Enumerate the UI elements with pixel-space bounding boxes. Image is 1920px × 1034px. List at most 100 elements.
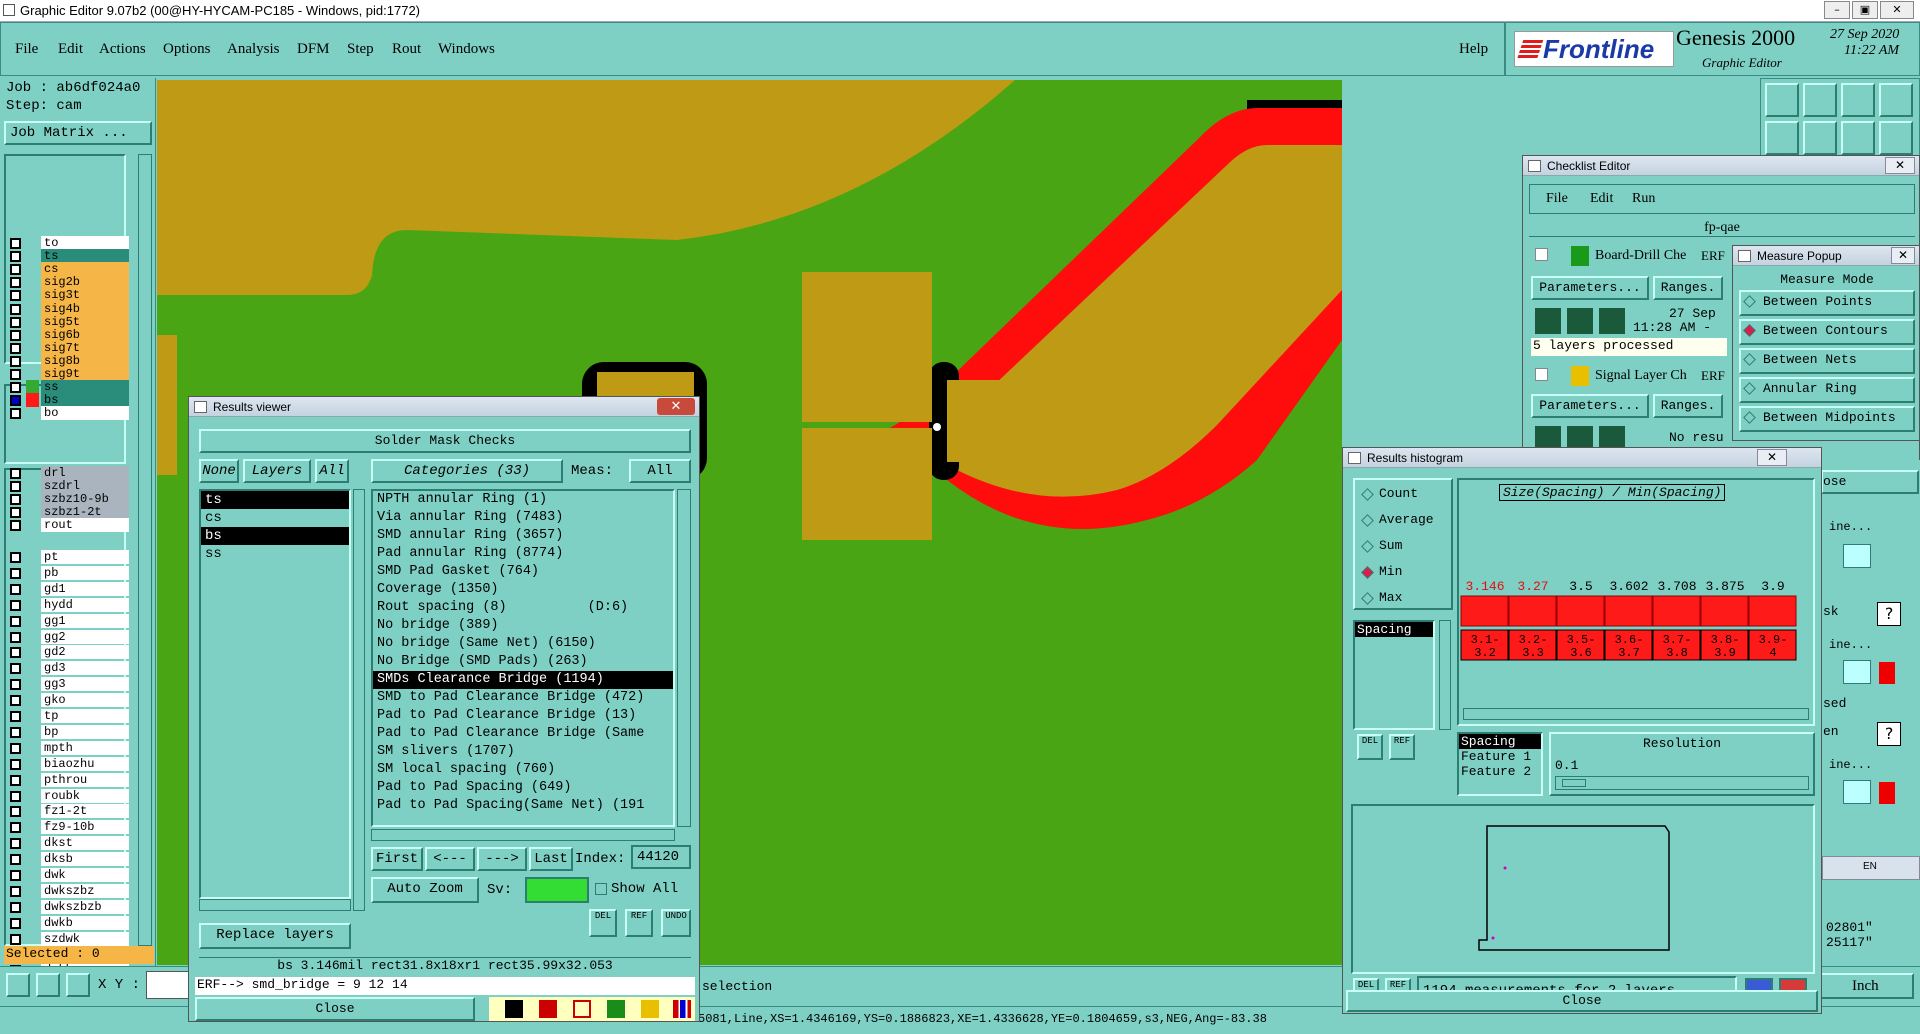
- layer-checkbox[interactable]: [10, 369, 21, 380]
- categories-button[interactable]: Categories (33): [371, 459, 563, 483]
- first-button[interactable]: First: [371, 847, 423, 871]
- layer-checkbox[interactable]: [10, 599, 21, 611]
- category-item[interactable]: Pad to Pad Clearance Bridge (13): [373, 707, 673, 725]
- run-all-icon[interactable]: [1567, 308, 1593, 334]
- results-layer-item[interactable]: ts: [201, 491, 349, 509]
- layer-row-gd3[interactable]: gd3: [6, 661, 129, 676]
- histogram-mode-sum[interactable]: Sum: [1359, 536, 1449, 558]
- layer-checkbox[interactable]: [10, 901, 21, 913]
- layer-row-pt[interactable]: pt: [6, 550, 129, 564]
- measure-option[interactable]: Between Points: [1739, 290, 1915, 316]
- layer-checkbox[interactable]: [10, 507, 21, 519]
- layer-checkbox[interactable]: [10, 758, 21, 770]
- grid-tool-icon[interactable]: [66, 973, 90, 997]
- layer-row-ss[interactable]: ss: [6, 380, 129, 395]
- category-item[interactable]: Rout spacing (8) (D:6): [373, 599, 673, 617]
- help-icon-1[interactable]: ?: [1877, 602, 1901, 626]
- check-item1-erf[interactable]: ERF: [1701, 248, 1725, 264]
- layer-checkbox[interactable]: [10, 494, 21, 506]
- layer-checkbox[interactable]: [10, 838, 21, 850]
- menu-rout[interactable]: Rout: [392, 41, 421, 58]
- category-item[interactable]: No bridge (389): [373, 617, 673, 635]
- layer-checkbox[interactable]: [10, 468, 21, 479]
- layer-checkbox[interactable]: [10, 567, 21, 579]
- category-item[interactable]: Via annular Ring (7483): [373, 509, 673, 527]
- results-category-hscroll[interactable]: [371, 829, 675, 841]
- layer-checkbox[interactable]: [10, 290, 21, 302]
- layer-row-tp[interactable]: tp: [6, 709, 129, 723]
- layer-row-sig2b[interactable]: sig2b: [6, 275, 129, 290]
- histogram-close-x[interactable]: ✕: [1757, 449, 1787, 466]
- menu-file[interactable]: File: [15, 41, 38, 58]
- histogram-chart-hscroll[interactable]: [1463, 708, 1809, 720]
- close-window-button[interactable]: ✕: [1880, 1, 1914, 19]
- layer-checkbox[interactable]: [10, 774, 21, 786]
- layer-row-pthrou[interactable]: pthrou: [6, 772, 129, 787]
- measure-option[interactable]: Between Midpoints: [1739, 406, 1915, 432]
- resolution-slider-thumb[interactable]: [1562, 779, 1586, 787]
- import-icon[interactable]: [1765, 121, 1799, 155]
- layer-checkbox[interactable]: [10, 870, 21, 881]
- check-item1-flag[interactable]: [1535, 248, 1548, 261]
- layer-checkbox[interactable]: [10, 329, 21, 341]
- highlight-icon[interactable]: [505, 1000, 523, 1018]
- histogram-bar[interactable]: [1652, 595, 1701, 627]
- histogram-mode-average[interactable]: Average: [1359, 510, 1449, 532]
- meas-select[interactable]: All: [629, 459, 691, 483]
- layer-row-sig8b[interactable]: sig8b: [6, 353, 129, 368]
- layer-checkbox[interactable]: [10, 854, 21, 866]
- alert-icon-1[interactable]: [1879, 662, 1895, 684]
- checklist-menu-file[interactable]: File: [1546, 191, 1568, 207]
- layer-row-biaozhu[interactable]: biaozhu: [6, 756, 129, 771]
- layer-checkbox[interactable]: [10, 711, 21, 722]
- layer-row-roubk[interactable]: roubk: [6, 788, 129, 803]
- layer-checkbox[interactable]: [10, 552, 21, 563]
- layer-row-gg1[interactable]: gg1: [6, 613, 129, 628]
- maximize-button[interactable]: ▣: [1852, 1, 1878, 19]
- layer-row-szdwk[interactable]: szdwk: [6, 931, 129, 946]
- layer-row-gd1[interactable]: gd1: [6, 581, 129, 596]
- measure-option[interactable]: Between Contours: [1739, 319, 1915, 345]
- layer-row-sig5t[interactable]: sig5t: [6, 314, 129, 329]
- layer-color-swatch[interactable]: [26, 393, 39, 408]
- layer-checkbox[interactable]: [10, 408, 21, 420]
- histogram-bar[interactable]: [1508, 595, 1557, 627]
- help-icon-2[interactable]: ?: [1877, 722, 1901, 746]
- clear-icon[interactable]: [573, 1000, 591, 1018]
- sv-color-select[interactable]: [525, 877, 589, 903]
- check-item2-name[interactable]: Signal Layer Ch: [1595, 368, 1687, 384]
- layer-row-fz1-2t[interactable]: fz1-2t: [6, 804, 129, 819]
- check-item2-flag[interactable]: [1535, 368, 1548, 381]
- layer-checkbox[interactable]: [10, 382, 21, 394]
- notes-icon[interactable]: [641, 1000, 659, 1018]
- layer-checkbox[interactable]: [10, 264, 21, 276]
- results-layer-item[interactable]: bs: [201, 527, 349, 545]
- layer-row-to[interactable]: to: [6, 236, 129, 250]
- menu-help[interactable]: Help: [1459, 41, 1488, 58]
- histogram-mode-max[interactable]: Max: [1359, 588, 1449, 610]
- layer-checkbox[interactable]: [10, 303, 21, 315]
- checklist-menu-run[interactable]: Run: [1632, 191, 1655, 207]
- open-icon[interactable]: [1803, 83, 1837, 117]
- ref-button[interactable]: REF: [625, 909, 653, 937]
- category-item[interactable]: No bridge (Same Net) (6150): [373, 635, 673, 653]
- category-item[interactable]: SMD Pad Gasket (764): [373, 563, 673, 581]
- measure-close-x[interactable]: ✕: [1891, 247, 1915, 264]
- check-item1-params[interactable]: Parameters...: [1531, 276, 1649, 300]
- menu-actions[interactable]: Actions: [99, 41, 146, 58]
- results-viewer-close-button[interactable]: Close: [195, 997, 475, 1021]
- layer-row-dwkb[interactable]: dwkb: [6, 915, 129, 930]
- category-item[interactable]: No Bridge (SMD Pads) (263): [373, 653, 673, 671]
- layer-row-ts[interactable]: ts: [6, 249, 129, 264]
- layer-row-gg3[interactable]: gg3: [6, 677, 129, 692]
- layer-row-pb[interactable]: pb: [6, 565, 129, 580]
- layer-row-bp[interactable]: bp: [6, 724, 129, 739]
- layer-color-swatch[interactable]: [26, 380, 39, 395]
- layer-row-gko[interactable]: gko: [6, 693, 129, 708]
- histogram-field-item[interactable]: Feature 1: [1459, 749, 1541, 764]
- histogram-bar[interactable]: [1460, 595, 1509, 627]
- layer-checkbox[interactable]: [10, 316, 21, 328]
- layer-checkbox[interactable]: [10, 917, 21, 929]
- layer-row-szbz1-2t[interactable]: szbz1-2t: [6, 505, 129, 520]
- next-button[interactable]: --->: [477, 847, 527, 871]
